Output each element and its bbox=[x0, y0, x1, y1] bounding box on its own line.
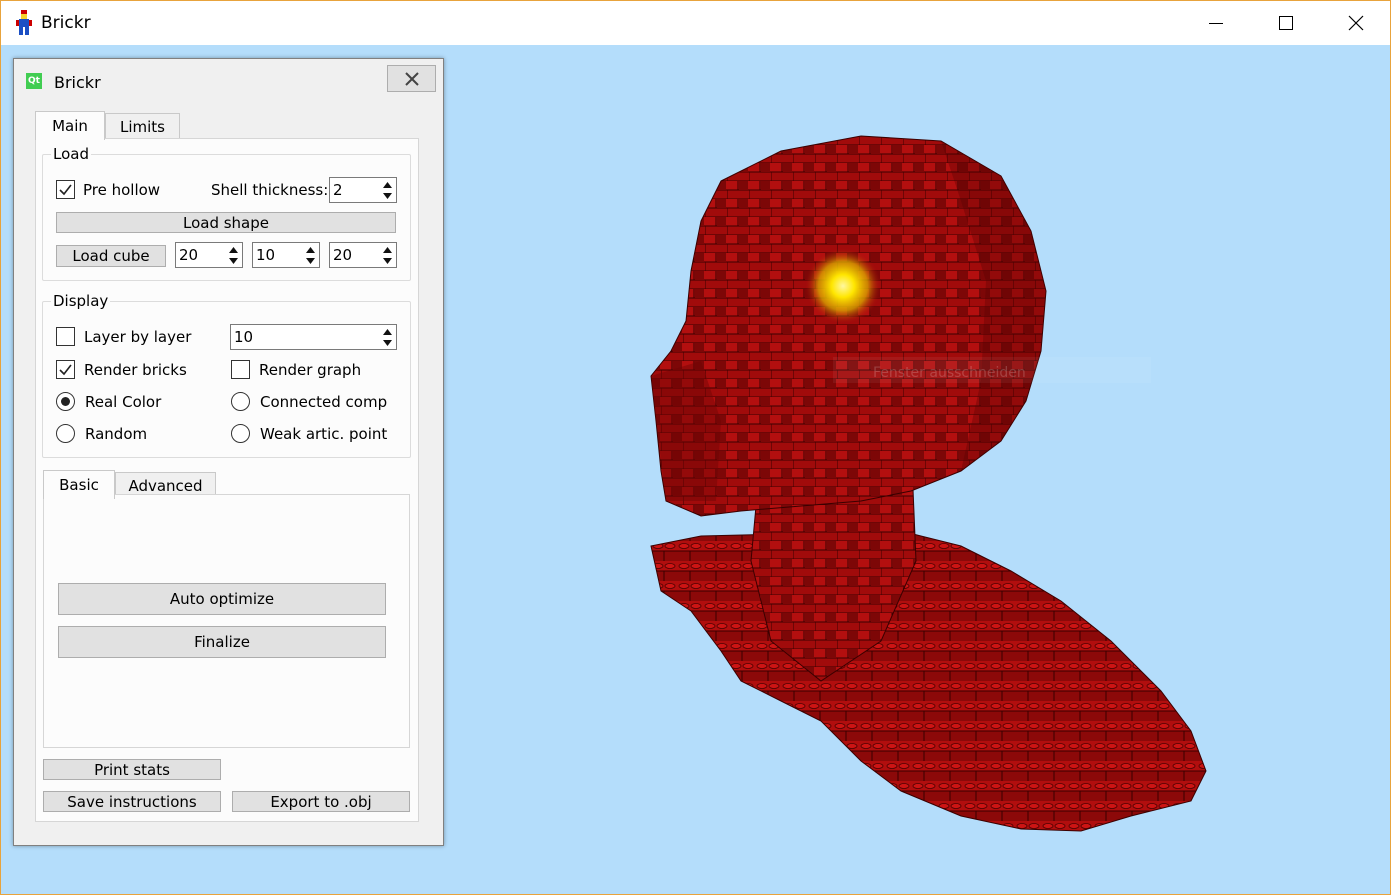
pre-hollow-checkbox[interactable] bbox=[56, 180, 75, 199]
panel-close-button[interactable] bbox=[387, 65, 436, 92]
pre-hollow-label: Pre hollow bbox=[83, 181, 161, 199]
tab-limits[interactable]: Limits bbox=[105, 113, 180, 140]
connected-comp-label: Connected comp bbox=[260, 393, 388, 411]
finalize-button[interactable]: Finalize bbox=[58, 626, 386, 658]
minimize-icon bbox=[1209, 23, 1223, 24]
spin-down-icon[interactable] bbox=[380, 337, 395, 348]
auto-optimize-button[interactable]: Auto optimize bbox=[58, 583, 386, 615]
tab-main[interactable]: Main bbox=[35, 111, 105, 140]
print-stats-button[interactable]: Print stats bbox=[43, 759, 221, 780]
shell-thickness-spinbox[interactable]: 2 bbox=[329, 177, 397, 203]
maximize-button[interactable] bbox=[1251, 1, 1321, 45]
cube-z-spinbox[interactable]: 20 bbox=[329, 242, 397, 268]
spin-down-icon[interactable] bbox=[380, 255, 395, 266]
layer-by-layer-checkbox[interactable] bbox=[56, 327, 75, 346]
layer-value: 10 bbox=[234, 328, 254, 346]
layer-by-layer-label: Layer by layer bbox=[84, 328, 192, 346]
render-bricks-label: Render bricks bbox=[84, 361, 187, 379]
cube-x-spinbox[interactable]: 20 bbox=[175, 242, 243, 268]
window-title: Brickr bbox=[41, 13, 91, 33]
load-shape-button[interactable]: Load shape bbox=[56, 212, 396, 233]
close-button[interactable] bbox=[1321, 1, 1391, 45]
spin-up-icon[interactable] bbox=[303, 244, 318, 255]
weak-artic-point-label: Weak artic. point bbox=[260, 425, 388, 443]
viewport-watermark: Fenster ausschneiden bbox=[873, 365, 1026, 381]
load-cube-button[interactable]: Load cube bbox=[56, 245, 166, 267]
lego-figure-icon bbox=[16, 10, 32, 35]
load-group-title: Load bbox=[51, 145, 91, 163]
export-obj-button[interactable]: Export to .obj bbox=[232, 791, 410, 812]
spin-up-icon[interactable] bbox=[226, 244, 241, 255]
panel-title: Brickr bbox=[54, 73, 101, 92]
spin-up-icon[interactable] bbox=[380, 244, 395, 255]
save-instructions-button[interactable]: Save instructions bbox=[43, 791, 221, 812]
title-bar[interactable]: Brickr bbox=[1, 1, 1390, 45]
real-color-radio[interactable] bbox=[56, 392, 75, 411]
close-icon bbox=[404, 71, 419, 86]
cube-x-value: 20 bbox=[179, 246, 199, 264]
cube-y-value: 10 bbox=[256, 246, 276, 264]
spin-down-icon[interactable] bbox=[226, 255, 241, 266]
light-source-icon bbox=[805, 248, 881, 324]
random-label: Random bbox=[85, 425, 148, 443]
cube-z-value: 20 bbox=[333, 246, 353, 264]
weak-artic-point-radio[interactable] bbox=[231, 424, 250, 443]
spin-up-icon[interactable] bbox=[380, 179, 395, 190]
checkmark-icon bbox=[59, 184, 72, 196]
minimize-button[interactable] bbox=[1181, 1, 1251, 45]
render-bricks-checkbox[interactable] bbox=[56, 360, 75, 379]
render-graph-checkbox[interactable] bbox=[231, 360, 250, 379]
close-icon bbox=[1348, 15, 1364, 31]
maximize-icon bbox=[1279, 16, 1293, 30]
shell-thickness-label: Shell thickness: bbox=[211, 181, 329, 199]
display-group-title: Display bbox=[51, 292, 111, 310]
render-graph-label: Render graph bbox=[259, 361, 362, 379]
spin-down-icon[interactable] bbox=[380, 190, 395, 201]
panel-title-bar[interactable]: Qt Brickr bbox=[14, 59, 443, 97]
shell-thickness-value: 2 bbox=[333, 181, 343, 199]
random-radio[interactable] bbox=[56, 424, 75, 443]
connected-comp-radio[interactable] bbox=[231, 392, 250, 411]
spin-up-icon[interactable] bbox=[380, 326, 395, 337]
tab-basic[interactable]: Basic bbox=[43, 470, 115, 499]
real-color-label: Real Color bbox=[85, 393, 162, 411]
spin-down-icon[interactable] bbox=[303, 255, 318, 266]
layer-spinbox[interactable]: 10 bbox=[230, 324, 397, 350]
checkmark-icon bbox=[59, 364, 72, 376]
basic-tab-page bbox=[43, 494, 410, 748]
qt-icon: Qt bbox=[26, 73, 42, 89]
cube-y-spinbox[interactable]: 10 bbox=[252, 242, 320, 268]
